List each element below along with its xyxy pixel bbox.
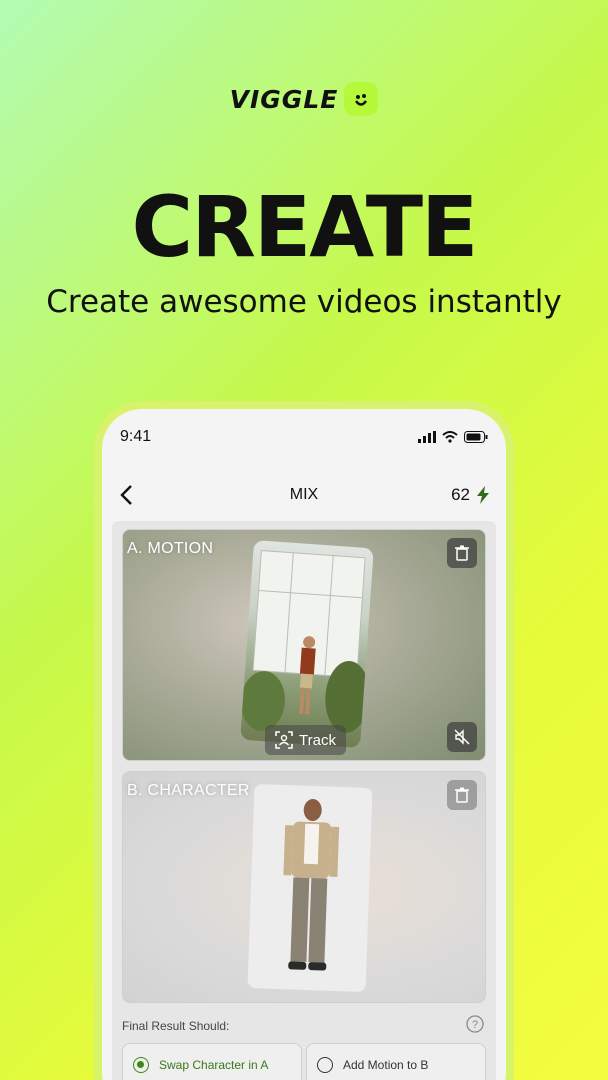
character-card[interactable]: B. CHARACTER xyxy=(122,771,486,1003)
final-result-label: Final Result Should: xyxy=(122,1019,230,1033)
svg-text:?: ? xyxy=(472,1019,478,1031)
option-label: Add Motion to B xyxy=(343,1058,429,1072)
trash-icon xyxy=(455,545,469,561)
battery-icon xyxy=(464,431,488,443)
back-arrow-icon[interactable] xyxy=(116,483,140,507)
nav-bar: MIX 62 xyxy=(102,477,506,513)
wifi-icon xyxy=(442,431,458,443)
phone-screen: 9:41 MIX 62 A. MOTION Track B. CHARACTER… xyxy=(102,409,506,1080)
trash-icon xyxy=(455,787,469,803)
motion-video-thumbnail[interactable] xyxy=(240,540,374,748)
speaker-muted-icon xyxy=(454,729,470,745)
logo-wordmark: VIGGLE xyxy=(229,84,339,114)
character-card-label: B. CHARACTER xyxy=(127,782,250,799)
option-swap-character[interactable]: Swap Character in A xyxy=(122,1043,302,1080)
track-button[interactable]: Track xyxy=(265,725,346,755)
page-title: MIX xyxy=(289,486,319,503)
lightning-icon xyxy=(477,486,489,504)
option-label: Swap Character in A xyxy=(159,1058,269,1072)
track-label: Track xyxy=(299,731,336,749)
delete-motion-button[interactable] xyxy=(447,538,477,568)
signal-icon xyxy=(418,431,436,443)
radio-unselected-icon xyxy=(317,1057,333,1073)
delete-character-button[interactable] xyxy=(447,780,477,810)
credits-counter[interactable]: 62 xyxy=(451,485,490,505)
motion-card-label: A. MOTION xyxy=(127,540,214,557)
credits-value: 62 xyxy=(451,485,470,504)
hero-subline: Create awesome videos instantly xyxy=(46,284,562,320)
mute-button[interactable] xyxy=(447,722,477,752)
option-add-motion[interactable]: Add Motion to B xyxy=(306,1043,486,1080)
help-icon[interactable]: ? xyxy=(466,1015,484,1033)
logo-mascot-icon xyxy=(344,82,379,116)
phone-frame: 9:41 MIX 62 A. MOTION Track B. CHARACTER… xyxy=(94,401,514,1080)
hero-headline: CREATE xyxy=(131,178,479,276)
motion-card[interactable]: A. MOTION Track xyxy=(122,529,486,761)
character-image-thumbnail[interactable] xyxy=(247,784,373,992)
status-bar: 9:41 xyxy=(120,427,488,447)
status-time: 9:41 xyxy=(120,428,152,445)
mix-panel: A. MOTION Track B. CHARACTER Final Resul… xyxy=(112,521,496,1080)
brand-logo: VIGGLE xyxy=(0,82,608,116)
track-icon xyxy=(275,731,293,749)
radio-selected-icon xyxy=(133,1057,149,1073)
